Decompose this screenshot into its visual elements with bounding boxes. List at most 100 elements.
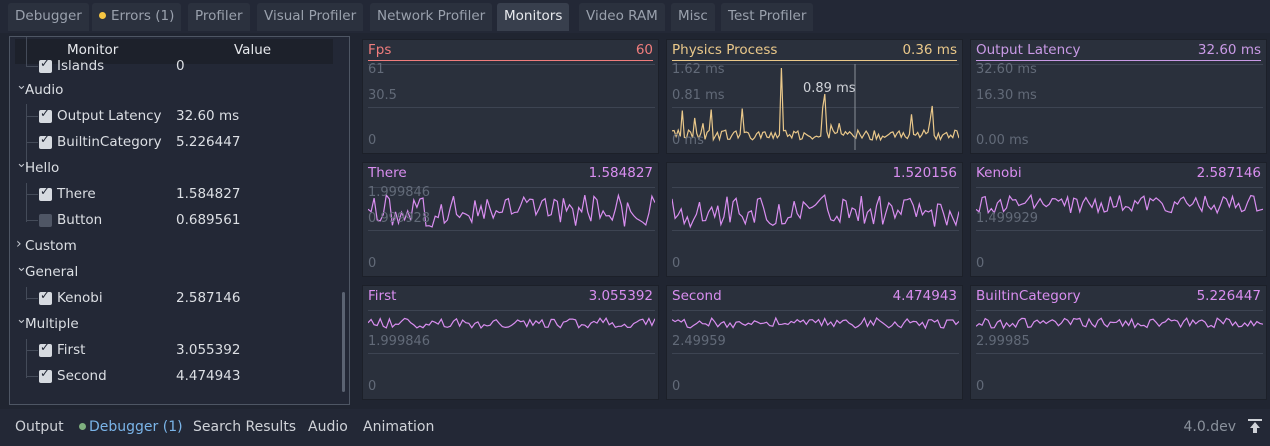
check-icon: ✓ — [40, 132, 51, 146]
tree-item-there[interactable]: There — [57, 183, 96, 205]
checkbox-kenobi[interactable]: ✓ — [39, 288, 52, 305]
graph-title: First — [368, 288, 397, 304]
tree-scrollbar[interactable] — [342, 292, 345, 392]
engine-version: 4.0.dev — [1183, 419, 1237, 435]
tree-item-second[interactable]: Second — [57, 365, 107, 387]
tab-errors-1[interactable]: Errors (1) — [92, 3, 182, 31]
graph-series-line — [672, 316, 959, 330]
graph-scale-label: 1.999846 — [368, 334, 431, 349]
bottom-tab-search-results[interactable]: Search Results — [193, 419, 296, 435]
tab-debugger[interactable]: Debugger — [8, 3, 89, 31]
checkbox-output-latency[interactable]: ✓ — [39, 106, 52, 123]
checkbox-first[interactable]: ✓ — [39, 340, 52, 357]
graph-second[interactable]: Second 4.474943 2.49959 0 — [666, 285, 963, 400]
tree-guide-branch — [26, 376, 38, 377]
tree-group-hello[interactable]: Hello — [25, 157, 59, 179]
bottom-tab-label: Output — [15, 419, 64, 435]
tree-guide-branch — [26, 194, 38, 195]
tab-profiler[interactable]: Profiler — [188, 3, 250, 31]
graph-scale-label: 0 — [368, 256, 377, 271]
graph-plot — [672, 310, 959, 354]
graph-scale-label: 0.00 ms — [976, 133, 1029, 148]
check-icon: ✓ — [40, 340, 51, 354]
tab-label: Video RAM — [586, 8, 658, 24]
graph-kenobi[interactable]: Kenobi 2.587146 1.499929 0 — [970, 162, 1267, 277]
graph-scale-label: 0 — [368, 133, 377, 148]
graph-current-value: 5.226447 — [1196, 288, 1261, 304]
tree-item-first[interactable]: First — [57, 339, 85, 361]
graph-plot — [368, 64, 655, 108]
graph-current-value: 0.36 ms — [902, 42, 957, 58]
check-icon: ✓ — [40, 56, 51, 70]
graph-title: Physics Process — [672, 42, 778, 58]
tab-label: Debugger — [15, 8, 82, 24]
graph-there[interactable]: There 1.584827 1.999846 0.999928 0 — [362, 162, 659, 277]
tree-guide-branch — [26, 298, 38, 299]
graph-unnamed[interactable]: 1.520156 0 — [666, 162, 963, 277]
graph-physics-process[interactable]: Physics Process 0.36 ms 1.62 ms 0.81 ms 0 ms… — [666, 39, 963, 154]
debugger-tab-bar: Debugger Errors (1) Profiler Visual Profile… — [0, 0, 1270, 33]
bottom-tab-output[interactable]: Output — [15, 419, 64, 435]
graph-cursor-value: 0.89 ms — [803, 81, 856, 96]
tab-visual-profiler[interactable]: Visual Profiler — [257, 3, 364, 31]
graph-scale-label: 0 — [368, 379, 377, 394]
tree-item-builtincategory[interactable]: BuiltinCategory — [57, 131, 162, 153]
tree-group-audio[interactable]: Audio — [25, 79, 63, 101]
graph-scale-label: 0.81 ms — [672, 88, 725, 103]
tree-item-islands[interactable]: Islands — [57, 55, 104, 77]
tab-test-profiler[interactable]: Test Profiler — [721, 3, 814, 31]
checkbox-islands[interactable]: ✓ — [39, 56, 52, 73]
graph-title-underline — [976, 183, 1261, 184]
tree-group-multiple[interactable]: Multiple — [25, 313, 79, 335]
checkbox-second[interactable]: ✓ — [39, 366, 52, 383]
bottom-tab-debugger-1[interactable]: Debugger (1) — [79, 419, 183, 435]
graph-series-line — [368, 317, 655, 330]
error-dot-icon — [99, 12, 106, 19]
status-dot-icon — [79, 423, 86, 430]
graph-scale-label: 0 — [976, 379, 985, 394]
bottom-tab-label: Debugger (1) — [89, 419, 183, 435]
graph-series-line — [672, 67, 959, 142]
graph-first[interactable]: First 3.055392 1.999846 0 — [362, 285, 659, 400]
graph-plot — [976, 310, 1263, 354]
graph-title-underline — [976, 306, 1261, 307]
checkbox-button[interactable] — [39, 214, 52, 227]
tree-guide-line — [26, 37, 27, 67]
monitor-tree[interactable]: Monitor Value ✓ Islands 0 ⌄ Audio ✓ Output Lat… — [9, 36, 350, 405]
tree-item-button[interactable]: Button — [57, 209, 102, 231]
graph-scale-label: 0 — [976, 256, 985, 271]
graph-plot — [672, 187, 959, 231]
chevron-right-icon[interactable]: › — [16, 236, 22, 252]
graph-title-underline — [672, 183, 957, 184]
tree-value-output-latency: 32.60 ms — [176, 108, 240, 124]
graph-title-underline — [368, 60, 653, 61]
tab-network-profiler[interactable]: Network Profiler — [370, 3, 493, 31]
graph-output-latency[interactable]: Output Latency 32.60 ms 32.60 ms 16.30 ms 0.… — [970, 39, 1267, 154]
tab-video-ram[interactable]: Video RAM — [579, 3, 665, 31]
bottom-tab-audio[interactable]: Audio — [308, 419, 348, 435]
tree-group-general[interactable]: General — [25, 261, 78, 283]
tab-label: Monitors — [504, 8, 563, 24]
checkbox-there[interactable]: ✓ — [39, 184, 52, 201]
tree-item-kenobi[interactable]: Kenobi — [57, 287, 103, 309]
tab-label: Test Profiler — [728, 8, 807, 24]
graph-plot — [976, 187, 1263, 231]
checkbox-builtincategory[interactable]: ✓ — [39, 132, 52, 149]
tab-misc[interactable]: Misc — [671, 3, 715, 31]
graph-title: Output Latency — [976, 42, 1081, 58]
check-icon: ✓ — [40, 366, 51, 380]
check-icon: ✓ — [40, 106, 51, 120]
bottom-tab-animation[interactable]: Animation — [363, 419, 434, 435]
graph-title-underline — [672, 60, 957, 61]
tree-guide-line — [26, 183, 27, 222]
pin-panel-icon[interactable] — [1248, 418, 1262, 434]
graph-fps[interactable]: Fps 60 61 30.5 0 — [362, 39, 659, 154]
tree-value-kenobi: 2.587146 — [176, 290, 241, 306]
graph-builtincategory[interactable]: BuiltinCategory 5.226447 2.99985 0 — [970, 285, 1267, 400]
tab-label: Visual Profiler — [264, 8, 357, 24]
tree-item-output-latency[interactable]: Output Latency — [57, 105, 162, 127]
tab-monitors[interactable]: Monitors — [497, 3, 570, 31]
tree-group-custom[interactable]: Custom — [25, 235, 77, 257]
graph-title-underline — [368, 306, 653, 307]
graph-scale-label: 1.999846 — [368, 185, 431, 200]
